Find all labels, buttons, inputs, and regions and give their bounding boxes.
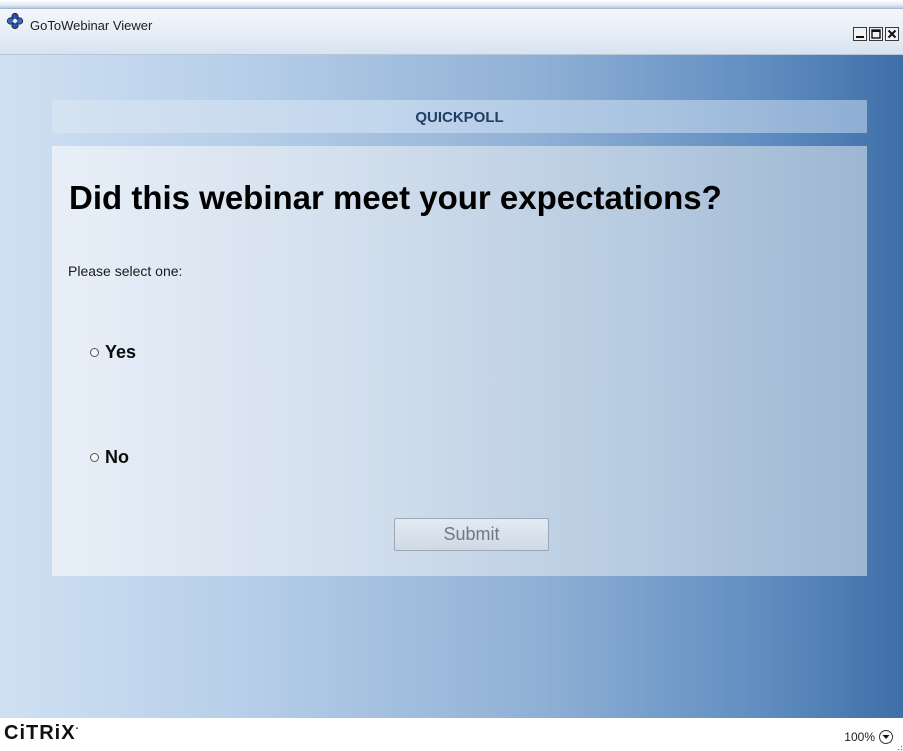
maximize-button[interactable] [869, 27, 883, 41]
close-icon [887, 29, 897, 39]
maximize-icon [871, 29, 881, 39]
top-edge-strip [0, 0, 903, 9]
poll-instruction: Please select one: [68, 263, 183, 279]
gotowebinar-viewer-window: GoToWebinar Viewer QUICKPOLL Did this we… [0, 0, 903, 751]
quickpoll-header: QUICKPOLL [52, 100, 867, 133]
option-yes-label: Yes [105, 342, 137, 362]
submit-button[interactable]: Submit [394, 518, 549, 551]
option-no-label: No [105, 447, 129, 467]
status-bar: CiTRiX· 100% [0, 718, 903, 751]
citrix-logo: CiTRiX· [4, 722, 80, 745]
zoom-dropdown-button[interactable] [879, 730, 893, 744]
chevron-down-icon [882, 735, 890, 739]
option-yes[interactable]: Yes [90, 342, 136, 363]
resize-grip-icon[interactable] [895, 743, 903, 751]
citrix-logo-text: CiTRiX [4, 722, 76, 744]
quickpoll-panel: Did this webinar meet your expectations?… [52, 146, 867, 576]
zoom-level: 100% [844, 730, 875, 744]
webinar-content-area: QUICKPOLL Did this webinar meet your exp… [0, 55, 903, 718]
quickpoll-title: QUICKPOLL [415, 109, 504, 126]
gotowebinar-flower-icon [6, 12, 24, 30]
option-no[interactable]: No [90, 447, 129, 468]
poll-question: Did this webinar meet your expectations? [69, 179, 722, 216]
minimize-icon [856, 36, 864, 38]
radio-yes[interactable] [90, 348, 99, 357]
radio-no[interactable] [90, 453, 99, 462]
citrix-logo-mark: · [75, 723, 80, 735]
window-title: GoToWebinar Viewer [30, 18, 153, 33]
close-button[interactable] [885, 27, 899, 41]
minimize-button[interactable] [853, 27, 867, 41]
zoom-control[interactable]: 100% [844, 730, 893, 744]
window-controls [853, 27, 899, 41]
title-bar[interactable]: GoToWebinar Viewer [0, 9, 903, 55]
